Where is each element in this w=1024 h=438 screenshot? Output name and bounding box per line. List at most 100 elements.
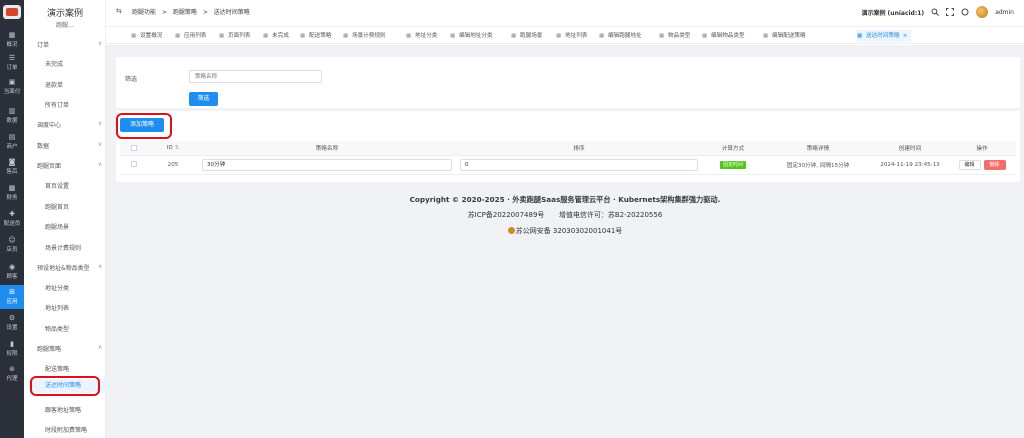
- menu-item-all-orders[interactable]: 所有订单: [45, 100, 69, 109]
- rail-item-agent[interactable]: ⊛ 代理: [0, 362, 24, 386]
- table-row: 205 30分钟 0 固定时间 固定30分钟, 间隔15分钟 2024-11-1…: [120, 155, 1016, 175]
- tab-edit-goods-type[interactable]: 编辑物品类型: [702, 30, 745, 42]
- rail-item-aftersale[interactable]: ◙ 售后: [0, 155, 24, 179]
- edit-button[interactable]: 编辑: [958, 159, 981, 170]
- breadcrumb-item[interactable]: 跑腿策略: [173, 9, 197, 16]
- money-icon: ▩: [8, 184, 16, 192]
- header-select-all[interactable]: [120, 141, 148, 156]
- menu-item-errand-scene[interactable]: 跑腿场景: [45, 222, 69, 231]
- courier-icon: ✚: [9, 210, 15, 218]
- menu-item-delivery-strategy[interactable]: 配送策略: [45, 364, 69, 373]
- rail-item-settings[interactable]: ⚙ 设置: [0, 311, 24, 335]
- rail-item-data[interactable]: ▥ 数据: [0, 104, 24, 128]
- top-bar: ⇆ 跑腿功能 > 跑腿策略 > 送达时间策略 演示案例 (uniacid:1) …: [106, 0, 1024, 24]
- header-detail: 策略详情: [764, 141, 872, 156]
- rail-item-merchant[interactable]: ▤ 商户: [0, 130, 24, 154]
- icp-link[interactable]: 苏ICP备2022007489号: [468, 211, 545, 219]
- rail-item-orders[interactable]: ☰ 订单: [0, 51, 24, 75]
- fullscreen-icon[interactable]: [946, 8, 955, 16]
- menu-group-dispatch[interactable]: 调度中心 ∨: [37, 120, 102, 129]
- rail-item-overview[interactable]: ▦ 概况: [0, 28, 24, 52]
- row-checkbox[interactable]: [131, 161, 137, 168]
- grid-icon: ▦: [8, 31, 16, 39]
- menu-item-goods-type[interactable]: 物品类型: [45, 324, 69, 333]
- rail-item-courier[interactable]: ✚ 配送员: [0, 207, 24, 231]
- menu-group-pages[interactable]: 跑腿页面 ∧: [37, 161, 102, 170]
- main-content: 筛选 筛选 添加策略 ID ⇅ 策略名称 排序 计算方式 策略详情 创建时间 操…: [106, 45, 1024, 438]
- tab-goods-type[interactable]: 物品类型: [659, 30, 690, 42]
- menu-item-errand-home[interactable]: 跑腿首页: [45, 202, 69, 211]
- tab-edit-errand-address[interactable]: 编辑跑腿地址: [599, 30, 642, 42]
- menu-group-orders[interactable]: 订单 ∨: [37, 40, 102, 49]
- filter-label: 筛选: [125, 76, 138, 83]
- tab-app-list[interactable]: 应用列表: [175, 30, 206, 42]
- row-created: 2024-11-19 23:45:13: [872, 155, 948, 175]
- breadcrumb-separator: >: [161, 9, 167, 16]
- collapse-toggle-icon[interactable]: ⇆: [116, 7, 122, 15]
- sort-icon[interactable]: ⇅: [175, 145, 180, 151]
- tab-address-list[interactable]: 地址列表: [556, 30, 587, 42]
- breadcrumb-current: 送达时间策略: [213, 9, 250, 16]
- rail-item-customer[interactable]: ◉ 顾客: [0, 260, 24, 284]
- row-sort-input[interactable]: 0: [460, 158, 698, 171]
- menu-group-strategy[interactable]: 跑腿策略 ∧: [37, 344, 102, 353]
- chevron-up-icon: ∧: [98, 344, 103, 351]
- account-name[interactable]: 演示案例 (uniacid:1): [861, 8, 924, 17]
- customer-icon: ◉: [8, 263, 16, 271]
- rail-item-pay[interactable]: ▣ 当面付: [0, 75, 24, 99]
- row-name-input[interactable]: 30分钟: [202, 158, 452, 171]
- header-method: 计算方式: [702, 141, 764, 156]
- menu-item-scene-billing[interactable]: 场景计费规则: [45, 243, 81, 252]
- select-all-checkbox[interactable]: [131, 144, 137, 151]
- menu-item-address-category[interactable]: 地址分类: [45, 283, 69, 292]
- delete-button[interactable]: 删除: [983, 159, 1006, 170]
- tab-errand-scene[interactable]: 跑腿场景: [511, 30, 542, 42]
- tab-address-category[interactable]: 地址分类: [406, 30, 437, 42]
- header-id[interactable]: ID ⇅: [148, 141, 198, 156]
- breadcrumb: 跑腿功能 > 跑腿策略 > 送达时间策略: [132, 7, 254, 16]
- close-icon[interactable]: ×: [903, 33, 908, 39]
- menu-item-period-surcharge[interactable]: 时段附加费策略: [45, 425, 87, 434]
- police-record-link[interactable]: 苏公网安备 32030302001041号: [516, 227, 623, 235]
- icon-rail: ▦ 概况 ☰ 订单 ▣ 当面付 ▥ 数据 ▤ 商户 ◙ 售后 ▩ 财务 ✚ 配送员 ☺ 店员 ◉ 顾…: [0, 0, 24, 438]
- chevron-down-icon: ∨: [98, 120, 103, 127]
- avatar[interactable]: [976, 6, 989, 18]
- top-right-tools: 演示案例 (uniacid:1) admin: [861, 5, 1014, 19]
- tab-delivery-time-strategy[interactable]: 送达时间策略×: [857, 30, 912, 42]
- row-detail: 固定30分钟, 间隔15分钟: [764, 155, 872, 175]
- tab-page-list[interactable]: 页面列表: [219, 30, 250, 42]
- menu-group-data[interactable]: 数据 ∨: [37, 141, 102, 150]
- footer-police: 苏公网安备 32030302001041号: [106, 226, 1024, 236]
- app-logo[interactable]: [3, 5, 21, 19]
- wallet-icon: ▣: [8, 78, 16, 86]
- rail-item-finance[interactable]: ▩ 财务: [0, 181, 24, 205]
- user-name[interactable]: admin: [995, 9, 1014, 16]
- settings-icon: ⚙: [8, 314, 16, 322]
- filter-button[interactable]: 筛选: [189, 92, 218, 106]
- refresh-icon[interactable]: [961, 8, 969, 16]
- search-icon[interactable]: [931, 8, 940, 16]
- rail-item-permission[interactable]: ▮ 权限: [0, 337, 24, 361]
- tab-scene-billing[interactable]: 场景计费规则: [343, 30, 386, 42]
- row-id: 205: [148, 155, 198, 175]
- tab-edit-delivery-strategy[interactable]: 编辑配送策略: [763, 30, 806, 42]
- rail-item-staff[interactable]: ☺ 店员: [0, 233, 24, 257]
- breadcrumb-separator: >: [202, 9, 208, 16]
- tab-edit-address-category[interactable]: 编辑地址分类: [450, 30, 493, 42]
- menu-item-refund[interactable]: 退款单: [45, 80, 63, 89]
- menu-group-preset[interactable]: 预设地址&物品类型 ∧: [37, 263, 102, 272]
- chevron-up-icon: ∧: [98, 161, 103, 168]
- staff-icon: ☺: [8, 236, 16, 244]
- strategy-list-panel: 添加策略 ID ⇅ 策略名称 排序 计算方式 策略详情 创建时间 操作 205 …: [116, 111, 1020, 182]
- bar-chart-icon: ▥: [8, 107, 16, 115]
- menu-item-home-settings[interactable]: 首页设置: [45, 181, 69, 190]
- tab-delivery-strategy[interactable]: 配送策略: [300, 30, 331, 42]
- tab-unfinished[interactable]: 未完成: [263, 30, 289, 42]
- menu-item-address-list[interactable]: 地址列表: [45, 303, 69, 312]
- breadcrumb-item[interactable]: 跑腿功能: [132, 9, 156, 16]
- rail-item-apps[interactable]: ⊞ 应用: [0, 285, 24, 309]
- tab-settings-overview[interactable]: 设置概况: [131, 30, 162, 42]
- menu-item-follow-address-strategy[interactable]: 跟客地址策略: [45, 405, 81, 414]
- strategy-name-input[interactable]: [189, 70, 322, 83]
- menu-item-unfinished[interactable]: 未完成: [45, 59, 63, 68]
